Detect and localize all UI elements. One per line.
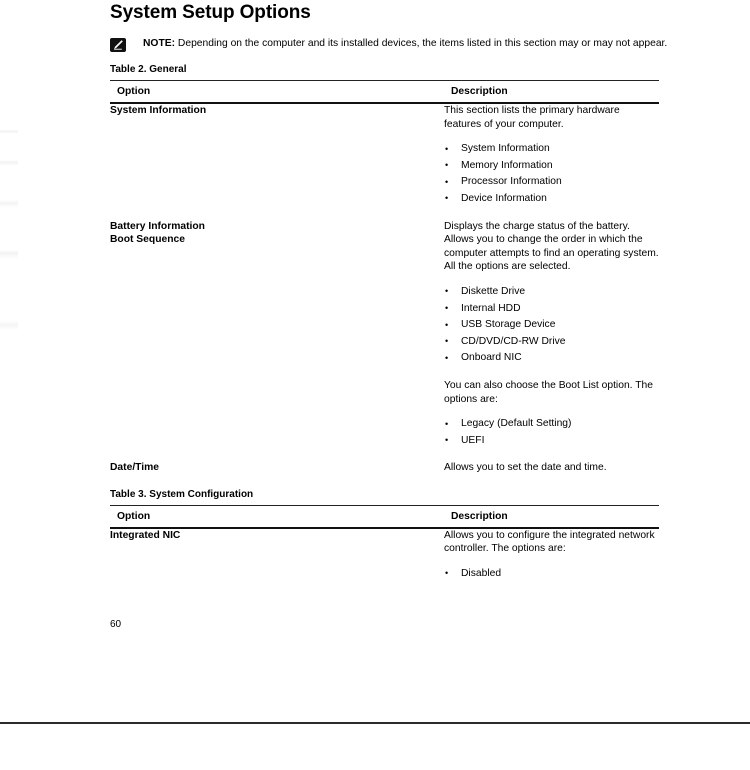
note-body: Depending on the computer and its instal… [175, 38, 668, 49]
list-item: CD/DVD/CD-RW Drive [444, 333, 659, 351]
list-item: Onboard NIC [444, 350, 659, 367]
table-caption-general: Table 2. General [110, 64, 187, 75]
description-paragraph: Displays the charge status of the batter… [444, 220, 630, 232]
list-item: Internal HDD [444, 300, 659, 318]
note-text: NOTE: Depending on the computer and its … [143, 37, 667, 51]
bullet-list-system-information: System Information Memory Information Pr… [444, 141, 659, 207]
column-header-description: Description [451, 510, 508, 522]
description-boot-sequence: Allows you to change the order in which … [444, 233, 659, 461]
option-date-time: Date/Time [110, 462, 160, 474]
option-system-information: System Information [110, 105, 207, 116]
table-row: Date/Time Allows you to set the date and… [110, 461, 659, 474]
table-row: Battery Information Displays the charge … [110, 220, 659, 234]
description-paragraph: You can also choose the Boot List option… [444, 379, 653, 405]
page-number: 60 [110, 619, 122, 630]
table-system-configuration: Option Description [110, 506, 659, 527]
table-general-body: System Information This section lists th… [110, 104, 659, 475]
list-item: Processor Information [444, 174, 659, 191]
table-general: Option Description [110, 81, 659, 102]
table-row: System Information This section lists th… [110, 104, 659, 220]
column-header-option: Option [117, 86, 151, 97]
description-paragraph: This section lists the primary hardware … [444, 105, 620, 130]
option-battery-information: Battery Information [110, 220, 205, 232]
list-item: Legacy (Default Setting) [444, 416, 659, 433]
option-boot-sequence: Boot Sequence [110, 234, 185, 246]
note-label: NOTE: [143, 38, 176, 49]
list-item: Disabled [444, 565, 659, 583]
bullet-list-boot-devices: Diskette Drive Internal HDD USB Storage … [444, 283, 659, 367]
note-pencil-icon [110, 38, 126, 52]
note-callout: NOTE: Depending on the computer and its … [110, 37, 667, 53]
table-caption-system-configuration: Table 3. System Configuration [110, 488, 254, 500]
option-integrated-nic: Integrated NIC [110, 529, 181, 541]
description-paragraph: Allows you to change the order in which … [444, 234, 659, 273]
list-item: Memory Information [444, 157, 659, 175]
column-header-description: Description [451, 86, 508, 97]
document-page: System Setup Options NOTE: Depending on … [0, 0, 750, 770]
bullet-list-integrated-nic-options: Disabled [444, 565, 659, 583]
page-content: System Setup Options NOTE: Depending on … [110, 0, 667, 583]
description-paragraph: Allows you to configure the integrated n… [444, 529, 655, 555]
page-bottom-rule [0, 722, 750, 724]
list-item: USB Storage Device [444, 317, 659, 334]
scan-artifact-gutter [0, 120, 18, 770]
page-title: System Setup Options [110, 2, 311, 23]
table-system-configuration-body: Integrated NIC Allows you to configure t… [110, 529, 659, 583]
row-spacer [444, 208, 659, 220]
list-item: Diskette Drive [444, 283, 659, 301]
table-row: Integrated NIC Allows you to configure t… [110, 529, 659, 583]
table-row: Boot Sequence Allows you to change the o… [110, 233, 659, 461]
table-header-row: Option Description [110, 81, 659, 102]
list-item: Device Information [444, 190, 659, 208]
description-battery-information: Displays the charge status of the batter… [444, 220, 659, 234]
row-spacer [444, 449, 659, 461]
column-header-option: Option [117, 510, 151, 522]
table-header-row: Option Description [110, 506, 659, 527]
description-system-information: This section lists the primary hardware … [444, 104, 659, 220]
list-item: UEFI [444, 432, 659, 450]
description-integrated-nic: Allows you to configure the integrated n… [444, 529, 659, 583]
description-date-time: Allows you to set the date and time. [444, 462, 607, 474]
bullet-list-boot-list-options: Legacy (Default Setting) UEFI [444, 416, 659, 449]
list-item: System Information [444, 141, 659, 158]
